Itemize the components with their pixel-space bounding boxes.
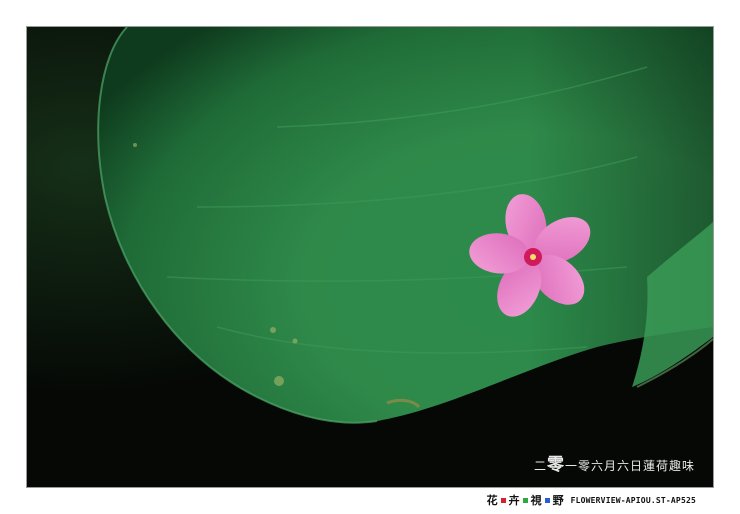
caption-text: 一零六月六日蓮荷趣味 — [564, 459, 695, 473]
footer-char-2: 卉 — [508, 494, 520, 507]
photo-caption: 二零一零六月六日蓮荷趣味 — [534, 450, 695, 475]
lotus-leaf-photo — [27, 27, 713, 487]
red-square-icon — [500, 497, 506, 503]
green-square-icon — [522, 497, 528, 503]
watermark-footer: 花 卉 視 野 FLOWERVIEW-APIOU.ST-AP525 — [487, 493, 696, 507]
footer-char-3: 視 — [530, 494, 542, 507]
site-url: FLOWERVIEW-APIOU.ST-AP525 — [570, 495, 696, 505]
caption-big-char: 零 — [546, 455, 565, 475]
footer-char-1: 花 — [486, 494, 498, 507]
photo-frame: 二零一零六月六日蓮荷趣味 — [26, 26, 714, 488]
footer-char-4: 野 — [552, 494, 564, 507]
blue-square-icon — [544, 497, 550, 503]
caption-first-char: 二 — [533, 459, 547, 473]
